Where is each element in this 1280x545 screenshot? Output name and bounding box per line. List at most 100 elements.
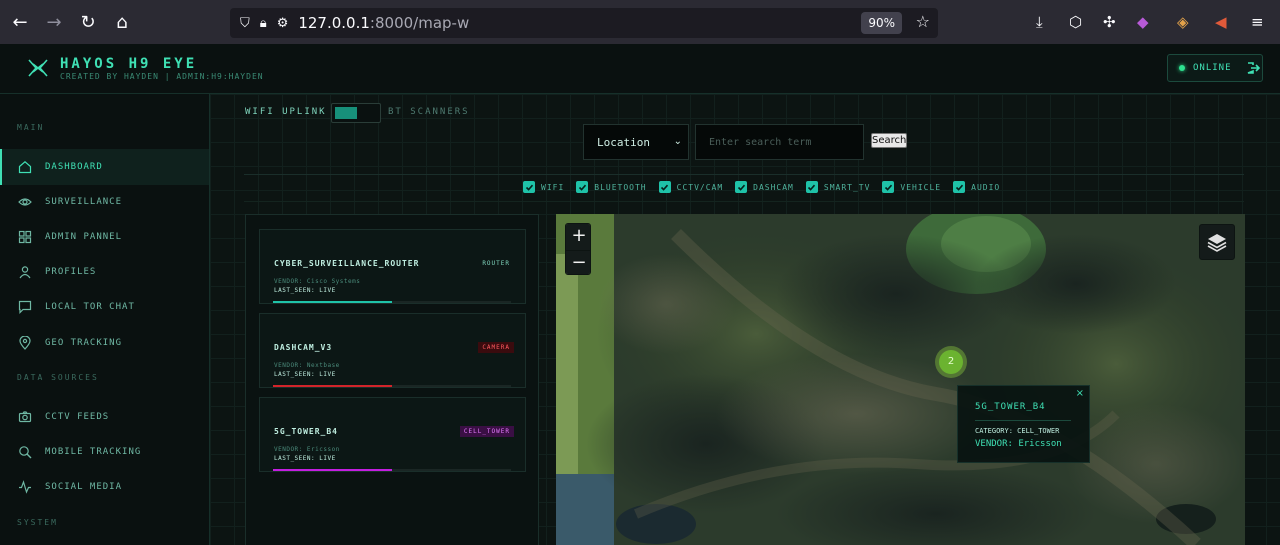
bookmark-star-icon[interactable]: ☆ — [916, 12, 930, 31]
extension-cube-icon[interactable]: ⬡ — [1069, 13, 1082, 31]
close-icon[interactable]: × — [1076, 388, 1084, 399]
status-indicator[interactable]: ONLINE — [1167, 54, 1263, 82]
sidebar-item-label: LOCAL TOR CHAT — [45, 302, 135, 312]
sidebar-item-local-tor-chat[interactable]: LOCAL TOR CHAT — [0, 289, 209, 325]
extension-red-icon[interactable]: ◀ — [1215, 13, 1227, 31]
device-last-seen: LAST_SEEN: LIVE — [274, 455, 336, 462]
lock-icon[interactable]: 🔒︎ — [260, 16, 267, 31]
filter-smart-tv[interactable]: SMART_TV — [805, 181, 871, 193]
map-zoom-control: + − — [565, 223, 591, 275]
sidebar-item-geo-tracking[interactable]: GEO TRACKING — [0, 325, 209, 361]
zoom-in-button[interactable]: + — [566, 224, 590, 250]
device-type-badge: CELL_TOWER — [459, 426, 514, 437]
popup-title: 5G_TOWER_B4 — [975, 402, 1046, 412]
address-bar[interactable]: ⛉ 🔒︎ ⚙ 127.0.0.1:8000/map-w 90% ☆ — [230, 8, 938, 38]
layers-button[interactable] — [1199, 224, 1235, 260]
logout-icon[interactable] — [1246, 61, 1260, 75]
extension-purple-icon[interactable]: ◆ — [1137, 13, 1149, 31]
main-content: WIFI UPLINK BT SCANNERS Location ⌄ Searc… — [210, 94, 1280, 545]
sidebar-item-mobile-tracking[interactable]: MOBILE TRACKING — [0, 434, 209, 470]
filter-cctv-cam[interactable]: CCTV/CAM — [658, 181, 724, 193]
search-button[interactable]: Search — [871, 133, 907, 148]
filter-audio[interactable]: AUDIO — [953, 181, 1000, 193]
device-vendor: VENDOR: Cisco Systems — [274, 278, 361, 285]
device-vendor: VENDOR: Nextbase — [274, 362, 340, 369]
device-type-filters: WIFI BLUETOOTH CCTV/CAM DASHCAM SMART_TV… — [523, 180, 1012, 194]
checkbox-checked-icon[interactable] — [735, 181, 748, 193]
extensions-puzzle-icon[interactable]: ✣ — [1103, 13, 1116, 31]
device-card-dashcam[interactable]: DASHCAM_V3 CAMERA VENDOR: Nextbase LAST_… — [259, 313, 526, 388]
filter-label: BLUETOOTH — [594, 182, 647, 192]
sidebar-item-surveillance[interactable]: SURVEILLANCE — [0, 184, 209, 220]
extension-orange-icon[interactable]: ◈ — [1177, 13, 1189, 31]
sidebar-item-profiles[interactable]: PROFILES — [0, 254, 209, 290]
sidebar-item-admin-pannel[interactable]: ADMIN PANNEL — [0, 219, 209, 255]
sidebar-section-main: MAIN — [17, 123, 45, 132]
search-icon — [19, 446, 32, 459]
checkbox-checked-icon[interactable] — [523, 181, 535, 193]
satellite-map[interactable]: + − 2 × 5G_TOWER_B4 CATEGORY: CELL_TOWER… — [556, 214, 1245, 545]
device-card-router[interactable]: CYBER_SURVEILLANCE_ROUTER ROUTER VENDOR:… — [259, 229, 526, 304]
signal-bar-track — [273, 469, 511, 471]
sidebar-item-label: GEO TRACKING — [45, 338, 123, 348]
back-arrow-icon[interactable]: ← — [6, 8, 34, 36]
search-input[interactable] — [695, 124, 864, 160]
signal-bar-track — [273, 301, 511, 303]
browser-toolbar: ← → ↻ ⌂ ⛉ 🔒︎ ⚙ 127.0.0.1:8000/map-w 90% … — [0, 0, 1280, 44]
app-title: HAYOS H9 EYE — [60, 56, 198, 72]
device-type-badge: CAMERA — [478, 342, 514, 353]
camera-icon — [18, 411, 32, 423]
grid-icon — [18, 230, 32, 244]
wifi-uplink-label: WIFI UPLINK — [245, 107, 327, 117]
signal-bar-track — [273, 385, 511, 387]
device-list-panel: CYBER_SURVEILLANCE_ROUTER ROUTER VENDOR:… — [245, 214, 539, 545]
reload-icon[interactable]: ↻ — [74, 8, 102, 36]
bt-scanners-label: BT SCANNERS — [388, 107, 470, 117]
sidebar-item-label: MOBILE TRACKING — [45, 447, 142, 457]
cluster-count: 2 — [939, 350, 963, 374]
chevron-down-icon: ⌄ — [673, 136, 682, 147]
filter-bluetooth[interactable]: BLUETOOTH — [576, 181, 646, 193]
url-text[interactable]: 127.0.0.1:8000/map-w — [298, 14, 469, 32]
filter-wifi[interactable]: WIFI — [523, 181, 564, 193]
sidebar-section-system: SYSTEM — [17, 518, 58, 527]
filter-vehicle[interactable]: VEHICLE — [882, 181, 941, 193]
location-select[interactable]: Location ⌄ — [583, 124, 689, 160]
popup-vendor: VENDOR: Ericsson — [975, 439, 1062, 449]
location-pin-icon — [19, 336, 31, 350]
map-marker-cluster[interactable]: 2 — [935, 346, 967, 378]
shield-icon[interactable]: ⛉ — [240, 16, 250, 31]
zoom-level-badge[interactable]: 90% — [861, 12, 902, 34]
menu-hamburger-icon[interactable]: ≡ — [1251, 13, 1264, 31]
device-name: CYBER_SURVEILLANCE_ROUTER — [274, 259, 420, 268]
divider — [244, 174, 1244, 175]
sidebar: MAIN DASHBOARD SURVEILLANCE ADMIN PANNEL… — [0, 94, 210, 545]
checkbox-checked-icon[interactable] — [658, 181, 671, 193]
sidebar-item-label: ADMIN PANNEL — [45, 232, 123, 242]
divider — [244, 201, 1244, 202]
sidebar-item-social-media[interactable]: SOCIAL MEDIA — [0, 469, 209, 505]
checkbox-checked-icon[interactable] — [805, 181, 818, 193]
status-text: ONLINE — [1193, 63, 1232, 73]
home-browser-icon[interactable]: ⌂ — [108, 8, 136, 36]
wifi-bt-toggle[interactable] — [331, 103, 381, 123]
download-icon[interactable]: ⤓ — [1036, 13, 1043, 31]
site-settings-icon[interactable]: ⚙ — [277, 16, 289, 31]
popup-category: CATEGORY: CELL_TOWER — [975, 427, 1060, 435]
zoom-out-button[interactable]: − — [566, 250, 590, 274]
map-popup: × 5G_TOWER_B4 CATEGORY: CELL_TOWER VENDO… — [957, 385, 1090, 463]
forward-arrow-icon[interactable]: → — [40, 8, 68, 36]
location-select-value: Location — [597, 135, 650, 149]
checkbox-checked-icon[interactable] — [576, 181, 589, 193]
satellite-imagery — [556, 214, 1245, 545]
filter-dashcam[interactable]: DASHCAM — [735, 181, 794, 193]
device-last-seen: LAST_SEEN: LIVE — [274, 287, 336, 294]
signal-bar-fill — [273, 385, 392, 387]
sidebar-item-dashboard[interactable]: DASHBOARD — [0, 149, 209, 185]
sidebar-item-cctv-feeds[interactable]: CCTV FEEDS — [0, 399, 209, 435]
app-subtitle: CREATED BY HAYDEN | ADMIN:H9:HAYDEN — [60, 72, 264, 81]
checkbox-checked-icon[interactable] — [953, 181, 966, 193]
eye-icon — [18, 198, 32, 206]
checkbox-checked-icon[interactable] — [882, 181, 895, 193]
device-card-cell-tower[interactable]: 5G_TOWER_B4 CELL_TOWER VENDOR: Ericsson … — [259, 397, 526, 472]
